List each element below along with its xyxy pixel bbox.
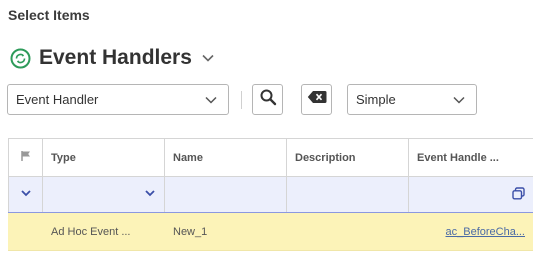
object-title: Event Handlers (39, 46, 192, 69)
column-header-description[interactable]: Description (286, 138, 409, 177)
event-handler-filter-cell[interactable] (408, 176, 533, 213)
open-dialog-icon (512, 186, 525, 203)
event-handler-icon (10, 48, 31, 69)
object-type-select[interactable]: Event Handler (7, 84, 229, 115)
chevron-down-icon (204, 93, 218, 107)
row-description-cell (286, 212, 409, 251)
row-event-handler-cell: ac_BeforeCha... (408, 212, 533, 251)
flag-column-header[interactable] (8, 138, 43, 177)
row-type-cell: Ad Hoc Event ... (42, 212, 165, 251)
object-type-select-value: Event Handler (16, 92, 99, 107)
filter-toggle-cell[interactable] (8, 176, 43, 213)
toolbar: Event Handler Simple (7, 84, 487, 116)
event-handler-link[interactable]: ac_BeforeCha... (446, 226, 526, 238)
toolbar-divider (241, 91, 242, 109)
filter-row (8, 176, 533, 213)
name-filter-cell[interactable] (164, 176, 287, 213)
object-header[interactable]: Event Handlers (10, 44, 215, 72)
grid-header-row: Type Name Description Event Handle ... (8, 138, 533, 177)
table-row[interactable]: Ad Hoc Event ... New_1 ac_BeforeCha... (8, 212, 533, 251)
flag-icon (20, 151, 32, 165)
clear-filter-button[interactable] (301, 84, 332, 115)
description-filter-cell[interactable] (286, 176, 409, 213)
section-title: Select Items (8, 7, 90, 23)
search-button[interactable] (252, 84, 283, 115)
row-flag-cell[interactable] (8, 212, 43, 251)
chevron-down-icon[interactable] (201, 51, 215, 65)
chevron-down-icon (452, 93, 466, 107)
search-icon (259, 88, 277, 111)
results-grid: Type Name Description Event Handle ... A… (8, 138, 533, 251)
search-mode-select-value: Simple (356, 92, 396, 107)
column-header-event-handler[interactable]: Event Handle ... (408, 138, 533, 177)
backspace-icon (307, 90, 327, 109)
column-header-type[interactable]: Type (42, 138, 165, 177)
chevron-down-icon (20, 190, 32, 202)
type-filter-cell[interactable] (42, 176, 165, 213)
row-name-cell: New_1 (164, 212, 287, 251)
column-header-name[interactable]: Name (164, 138, 287, 177)
search-mode-select[interactable]: Simple (347, 84, 477, 115)
chevron-down-icon (144, 187, 156, 202)
